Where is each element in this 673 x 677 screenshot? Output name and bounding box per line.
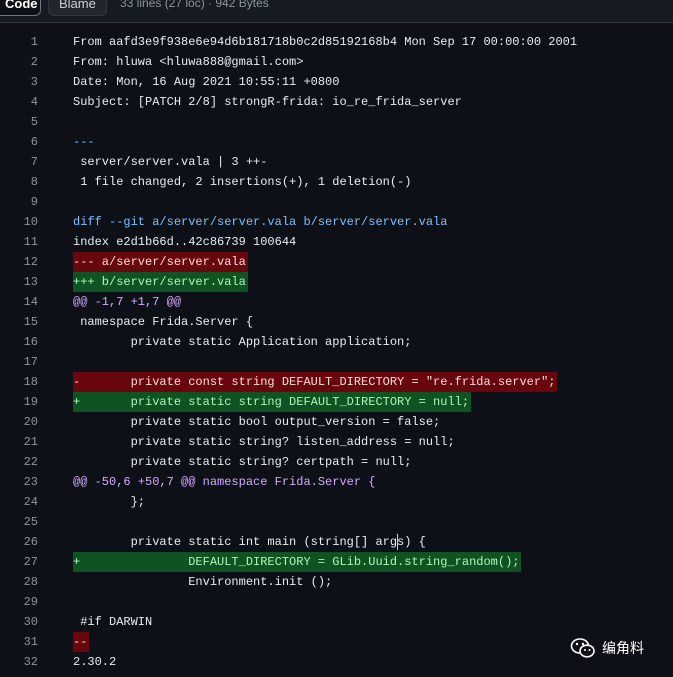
- line-number[interactable]: 1: [0, 32, 38, 52]
- code-line: 1 From aafd3e9f938e6e94d6b181718b0c2d8519…: [0, 32, 673, 52]
- line-number[interactable]: 5: [0, 112, 38, 132]
- line-number[interactable]: 17: [0, 352, 38, 372]
- line-number[interactable]: 27: [0, 552, 38, 572]
- code-line: 11 index e2d1b66d..42c86739 100644: [0, 232, 673, 252]
- file-meta: 33 lines (27 loc) · 942 Bytes: [120, 0, 269, 10]
- line-content: private static Application application;: [73, 335, 412, 349]
- line-number[interactable]: 8: [0, 172, 38, 192]
- line-number[interactable]: 13: [0, 272, 38, 292]
- line-content: ---: [73, 135, 95, 149]
- line-number[interactable]: 23: [0, 472, 38, 492]
- line-number[interactable]: 31: [0, 632, 38, 652]
- code-line: 3 Date: Mon, 16 Aug 2021 10:55:11 +0800: [0, 72, 673, 92]
- tab-code[interactable]: Code: [0, 0, 41, 16]
- code-line: 5: [0, 112, 673, 132]
- code-line: 23 @@ -50,6 +50,7 @@ namespace Frida.Serv…: [0, 472, 673, 492]
- line-number[interactable]: 25: [0, 512, 38, 532]
- code-line: 25: [0, 512, 673, 532]
- file-viewer: Code Blame 33 lines (27 loc) · 942 Bytes…: [0, 0, 673, 677]
- code-line: 10 diff --git a/server/server.vala b/serv…: [0, 212, 673, 232]
- line-content: Subject: [PATCH 2/8] strongR-frida: io_r…: [73, 95, 462, 109]
- line-number[interactable]: 16: [0, 332, 38, 352]
- line-number[interactable]: 29: [0, 592, 38, 612]
- code-line: 13 +++ b/server/server.vala: [0, 272, 673, 292]
- line-content: private static string? certpath = null;: [73, 455, 412, 469]
- code-line: 28 Environment.init ();: [0, 572, 673, 592]
- code-line: 30 #if DARWIN: [0, 612, 673, 632]
- line-content: private static int main (string[] args) …: [73, 535, 426, 549]
- line-content: #if DARWIN: [73, 615, 153, 629]
- line-content: index e2d1b66d..42c86739 100644: [73, 235, 297, 249]
- line-content: diff --git a/server/server.vala b/server…: [73, 215, 448, 229]
- line-number[interactable]: 2: [0, 52, 38, 72]
- code-line: 20 private static bool output_version = …: [0, 412, 673, 432]
- line-number[interactable]: 6: [0, 132, 38, 152]
- code-line: 9: [0, 192, 673, 212]
- line-number[interactable]: 19: [0, 392, 38, 412]
- line-number[interactable]: 24: [0, 492, 38, 512]
- line-content: --- a/server/server.vala: [73, 252, 248, 272]
- line-number[interactable]: 26: [0, 532, 38, 552]
- line-number[interactable]: 18: [0, 372, 38, 392]
- line-content: Date: Mon, 16 Aug 2021 10:55:11 +0800: [73, 75, 340, 89]
- code-line: 4 Subject: [PATCH 2/8] strongR-frida: io_…: [0, 92, 673, 112]
- line-content: - private const string DEFAULT_DIRECTORY…: [73, 372, 558, 392]
- line-content: +++ b/server/server.vala: [73, 272, 248, 292]
- line-content: };: [73, 495, 146, 509]
- watermark: 编角料: [570, 636, 644, 660]
- line-number[interactable]: 7: [0, 152, 38, 172]
- line-number[interactable]: 14: [0, 292, 38, 312]
- line-content: @@ -1,7 +1,7 @@: [73, 295, 182, 309]
- code-line: 6 ---: [0, 132, 673, 152]
- line-number[interactable]: 11: [0, 232, 38, 252]
- line-content: From: hluwa <hluwa888@gmail.com>: [73, 55, 304, 69]
- line-number[interactable]: 12: [0, 252, 38, 272]
- line-number[interactable]: 10: [0, 212, 38, 232]
- line-content: 1 file changed, 2 insertions(+), 1 delet…: [73, 175, 412, 189]
- code-line: 2 From: hluwa <hluwa888@gmail.com>: [0, 52, 673, 72]
- wechat-icon: [570, 637, 596, 659]
- line-content: From aafd3e9f938e6e94d6b181718b0c2d85192…: [73, 35, 578, 49]
- line-content: server/server.vala | 3 ++-: [73, 155, 268, 169]
- code-line: 8 1 file changed, 2 insertions(+), 1 del…: [0, 172, 673, 192]
- file-toolbar: Code Blame 33 lines (27 loc) · 942 Bytes: [0, 0, 673, 23]
- line-number[interactable]: 28: [0, 572, 38, 592]
- line-number[interactable]: 32: [0, 652, 38, 672]
- tab-blame[interactable]: Blame: [48, 0, 107, 16]
- code-line: 15 namespace Frida.Server {: [0, 312, 673, 332]
- code-line: 26 private static int main (string[] arg…: [0, 532, 673, 552]
- line-number[interactable]: 20: [0, 412, 38, 432]
- text-cursor: [397, 534, 398, 550]
- code-listing[interactable]: 1 From aafd3e9f938e6e94d6b181718b0c2d8519…: [0, 32, 673, 672]
- line-content: namespace Frida.Server {: [73, 315, 254, 329]
- code-line: 17: [0, 352, 673, 372]
- code-line: 18 - private const string DEFAULT_DIRECTO…: [0, 372, 673, 392]
- line-content: --: [73, 632, 90, 652]
- line-content: @@ -50,6 +50,7 @@ namespace Frida.Server…: [73, 475, 376, 489]
- code-line: 19 + private static string DEFAULT_DIRECT…: [0, 392, 673, 412]
- code-line: 12 --- a/server/server.vala: [0, 252, 673, 272]
- line-number[interactable]: 30: [0, 612, 38, 632]
- line-content: 2.30.2: [73, 655, 117, 669]
- code-line: 16 private static Application applicatio…: [0, 332, 673, 352]
- line-number[interactable]: 3: [0, 72, 38, 92]
- line-number[interactable]: 9: [0, 192, 38, 212]
- code-line: 27 + DEFAULT_DIRECTORY = GLib.Uuid.string…: [0, 552, 673, 572]
- line-content: + DEFAULT_DIRECTORY = GLib.Uuid.string_r…: [73, 552, 522, 572]
- line-content: Environment.init ();: [73, 575, 333, 589]
- code-line: 29: [0, 592, 673, 612]
- line-content: private static string? listen_address = …: [73, 435, 455, 449]
- code-line: 24 };: [0, 492, 673, 512]
- line-number[interactable]: 15: [0, 312, 38, 332]
- line-content: + private static string DEFAULT_DIRECTOR…: [73, 392, 472, 412]
- code-line: 21 private static string? listen_address…: [0, 432, 673, 452]
- line-number[interactable]: 21: [0, 432, 38, 452]
- code-line: 7 server/server.vala | 3 ++-: [0, 152, 673, 172]
- line-content: private static bool output_version = fal…: [73, 415, 441, 429]
- watermark-text: 编角料: [602, 641, 644, 657]
- line-number[interactable]: 22: [0, 452, 38, 472]
- code-line: 14 @@ -1,7 +1,7 @@: [0, 292, 673, 312]
- code-line: 22 private static string? certpath = nul…: [0, 452, 673, 472]
- line-number[interactable]: 4: [0, 92, 38, 112]
